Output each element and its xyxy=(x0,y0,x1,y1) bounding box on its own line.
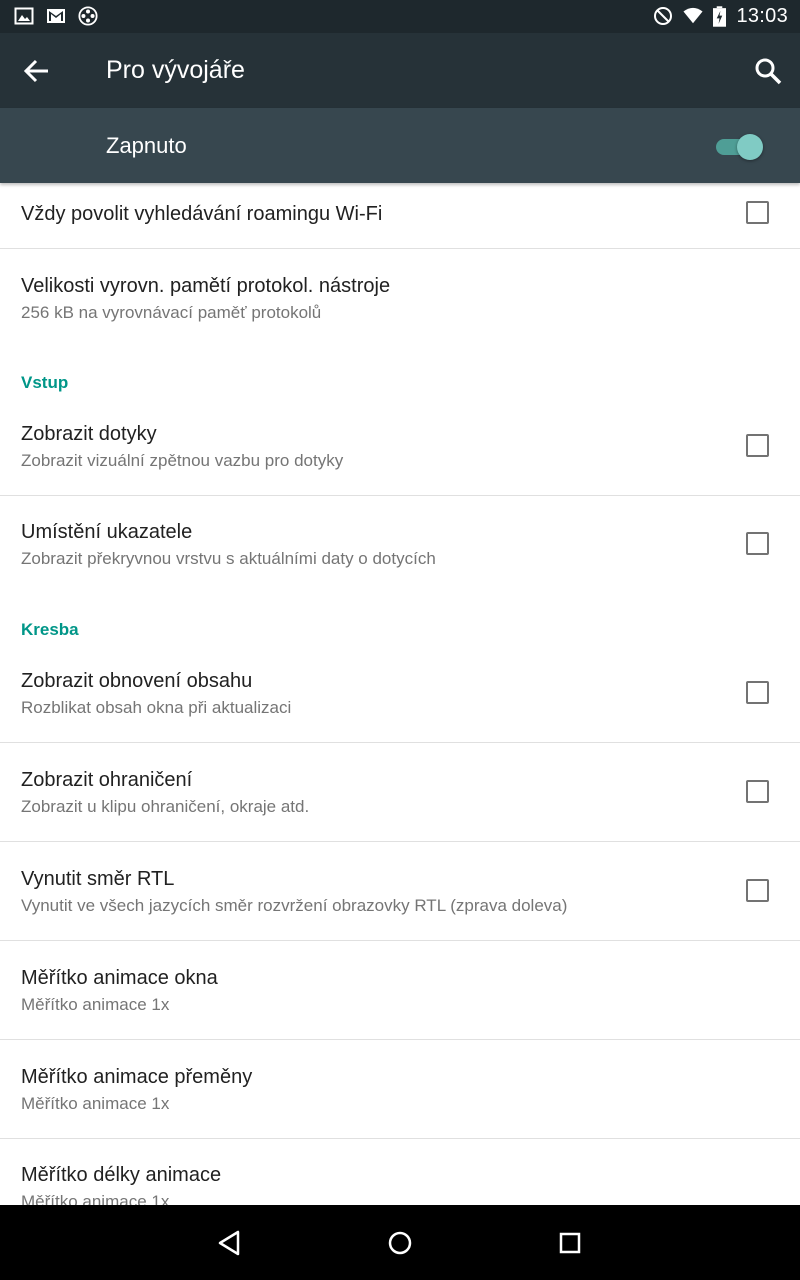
checkbox-wifi-roaming[interactable] xyxy=(746,201,769,224)
setting-title: Vynutit směr RTL xyxy=(21,868,175,890)
setting-summary: Měřítko animace 1x xyxy=(21,1192,170,1205)
status-bar: 13:03 xyxy=(0,0,800,33)
setting-summary: Rozblikat obsah okna při aktualizaci xyxy=(21,698,292,717)
battery-icon xyxy=(713,5,727,27)
image-icon xyxy=(14,7,34,25)
gmail-icon xyxy=(47,9,65,23)
setting-summary: Měřítko animace 1x xyxy=(21,995,170,1014)
wifi-icon xyxy=(683,7,703,24)
setting-title: Měřítko animace okna xyxy=(21,967,218,989)
checkbox-show-layout-bounds[interactable] xyxy=(746,780,769,803)
setting-window-animation-scale[interactable]: Měřítko animace okna Měřítko animace 1x xyxy=(0,941,800,1039)
nav-recents-icon[interactable] xyxy=(554,1227,586,1259)
settings-list[interactable]: Vždy povolit vyhledávání roamingu Wi-Fi … xyxy=(0,183,800,1205)
clock: 13:03 xyxy=(736,5,788,27)
master-switch-bar[interactable]: Zapnuto xyxy=(0,108,800,183)
app-bar: Pro vývojáře xyxy=(0,33,800,108)
film-reel-icon xyxy=(78,6,98,26)
checkbox-force-rtl[interactable] xyxy=(746,879,769,902)
setting-title: Zobrazit dotyky xyxy=(21,423,157,445)
setting-title: Zobrazit obnovení obsahu xyxy=(21,670,253,692)
setting-show-touches[interactable]: Zobrazit dotyky Zobrazit vizuální zpětno… xyxy=(0,405,800,495)
setting-transition-animation-scale[interactable]: Měřítko animace přeměny Měřítko animace … xyxy=(0,1040,800,1138)
setting-summary: 256 kB na vyrovnávací paměť protokolů xyxy=(21,303,322,322)
search-icon[interactable] xyxy=(753,56,783,86)
setting-summary: Vynutit ve všech jazycích směr rozvržení… xyxy=(21,896,568,915)
setting-show-surface-updates[interactable]: Zobrazit obnovení obsahu Rozblikat obsah… xyxy=(0,652,800,742)
checkbox-pointer-location[interactable] xyxy=(746,532,769,555)
setting-summary: Měřítko animace 1x xyxy=(21,1094,170,1113)
arrow-back-icon[interactable] xyxy=(22,56,52,86)
setting-show-layout-bounds[interactable]: Zobrazit ohraničení Zobrazit u klipu ohr… xyxy=(0,743,800,841)
master-toggle-switch[interactable] xyxy=(714,130,766,164)
setting-logger-buffer[interactable]: Velikosti vyrovn. pamětí protokol. nástr… xyxy=(0,249,800,339)
setting-title: Velikosti vyrovn. pamětí protokol. nástr… xyxy=(21,275,391,297)
nav-home-icon[interactable] xyxy=(384,1227,416,1259)
setting-summary: Zobrazit vizuální zpětnou vazbu pro doty… xyxy=(21,451,344,470)
setting-wifi-roaming[interactable]: Vždy povolit vyhledávání roamingu Wi-Fi xyxy=(0,183,800,248)
setting-title: Měřítko animace přeměny xyxy=(21,1066,253,1088)
navigation-bar xyxy=(0,1205,800,1280)
switch-thumb xyxy=(737,134,763,160)
setting-pointer-location[interactable]: Umístění ukazatele Zobrazit překryvnou v… xyxy=(0,496,800,594)
setting-title: Zobrazit ohraničení xyxy=(21,769,193,791)
category-header-input: Vstup xyxy=(21,373,69,392)
category-header-drawing: Kresba xyxy=(21,620,79,639)
checkbox-show-surface-updates[interactable] xyxy=(746,681,769,704)
setting-title: Umístění ukazatele xyxy=(21,521,193,543)
page-title: Pro vývojáře xyxy=(106,56,245,84)
setting-force-rtl[interactable]: Vynutit směr RTL Vynutit ve všech jazycí… xyxy=(0,842,800,940)
nav-back-icon[interactable] xyxy=(214,1227,246,1259)
setting-summary: Zobrazit překryvnou vrstvu s aktuálními … xyxy=(21,549,436,568)
setting-animator-duration-scale[interactable]: Měřítko délky animace Měřítko animace 1x xyxy=(0,1139,800,1205)
checkbox-show-touches[interactable] xyxy=(746,434,769,457)
do-not-disturb-icon xyxy=(654,7,673,25)
master-switch-label: Zapnuto xyxy=(106,133,187,158)
setting-title: Měřítko délky animace xyxy=(21,1164,222,1186)
setting-title: Vždy povolit vyhledávání roamingu Wi-Fi xyxy=(21,203,383,225)
setting-summary: Zobrazit u klipu ohraničení, okraje atd. xyxy=(21,797,310,816)
